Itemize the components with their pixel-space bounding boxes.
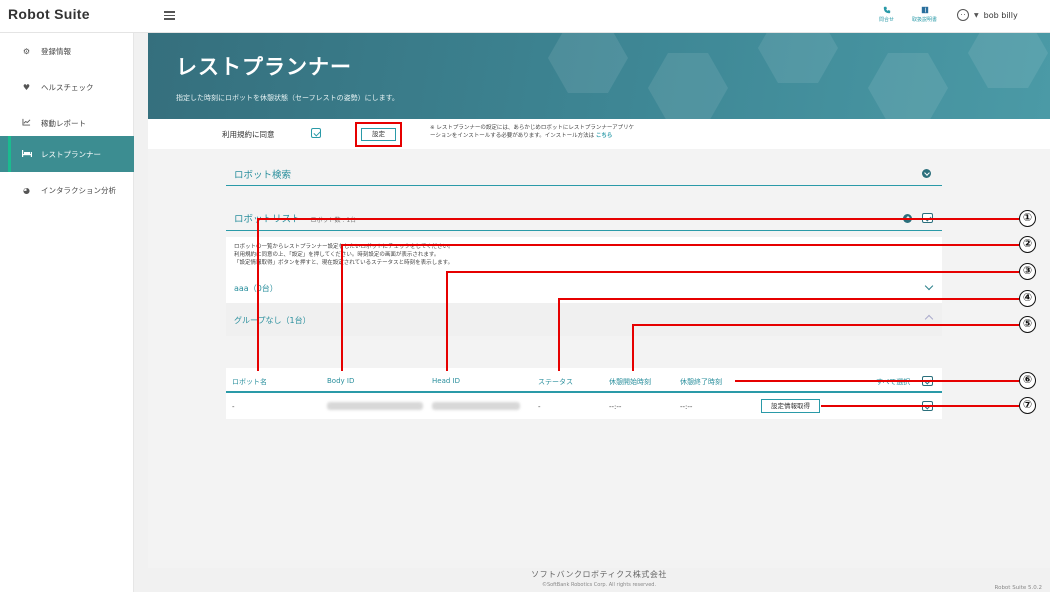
pie-chart-icon: ◕ — [23, 185, 30, 195]
description-line-2: 利用規約に同意の上、「設定」を押してください。時刻設定の画面が表示されます。 — [234, 252, 440, 258]
select-all-label: すべて選択 — [876, 378, 911, 386]
callout-line-1 — [257, 218, 1019, 220]
sidebar-item-registration[interactable]: ⚙ 登録情報 — [0, 33, 134, 69]
column-header-robot-name: ロボット名 — [232, 378, 267, 386]
page-subtitle: 指定した時刻にロボットを休憩状態（セーフレストの姿勢）にします。 — [176, 94, 399, 102]
chevron-down-icon: ▼ — [974, 11, 979, 19]
callout-line-3 — [446, 271, 1019, 273]
agreement-bar: 利用規約に同意 設定 ※ レストプランナーの設定には、あらかじめロボットにレスト… — [148, 119, 1050, 149]
contact-label: 問合せ — [879, 17, 895, 23]
heart-pulse-icon: ♥ — [22, 82, 31, 92]
bed-icon — [22, 149, 32, 159]
install-notice: ※ レストプランナーの設定には、あらかじめロボットにレストプランナーアプリケ ー… — [430, 124, 720, 140]
description-line-3: 「設定情報取得」ボタンを押すと、現在設定されているステータスと時刻を表示します。 — [234, 260, 454, 266]
gears-icon: ⚙ — [22, 46, 31, 56]
content-panel — [148, 119, 1050, 568]
callout-number-4: ④ — [1019, 290, 1036, 307]
callout-line-6 — [735, 380, 1019, 382]
description-text: ロボットの一覧からレストプランナー設定をしたいロボットにチェックをしてください。… — [234, 243, 454, 267]
expand-circle-icon[interactable] — [922, 169, 931, 178]
sidebar-item-interaction-analysis[interactable]: ◕ インタラクション分析 — [0, 172, 134, 208]
install-guide-link[interactable]: こちら — [596, 133, 613, 139]
callout-line-5-drop — [632, 324, 634, 371]
brand-logo[interactable]: Robot Suite — [8, 6, 90, 22]
callout-line-4-drop — [558, 298, 560, 371]
callout-number-7: ⑦ — [1019, 397, 1036, 414]
footer-copyright: ©SoftBank Robotics Corp. All rights rese… — [541, 582, 657, 588]
sidebar-item-label: レストプランナー — [41, 149, 101, 159]
callout-line-2-drop — [341, 244, 343, 371]
robot-list-title-text: ロボットリスト — [234, 214, 301, 225]
callout-number-5: ⑤ — [1019, 316, 1036, 333]
notice-line-1: ※ レストプランナーの設定には、あらかじめロボットにレストプランナーアプリケ — [430, 125, 635, 131]
terms-agree-label: 利用規約に同意 — [222, 130, 275, 139]
line-chart-icon — [22, 118, 31, 128]
group-label: グループなし（1台） — [234, 316, 311, 325]
sidebar-item-health-check[interactable]: ♥ ヘルスチェック — [0, 69, 134, 105]
robot-search-title: ロボット検索 — [234, 170, 292, 181]
menu-toggle-icon[interactable] — [164, 11, 175, 20]
settings-button-highlight: 設定 — [355, 122, 402, 147]
callout-number-3: ③ — [1019, 263, 1036, 280]
page-header-banner: レストプランナー 指定した時刻にロボットを休憩状態（セーフレストの姿勢）にします… — [148, 33, 1050, 119]
sidebar: ⚙ 登録情報 ♥ ヘルスチェック 稼動レポート レストプランナー ◕ インタラク… — [0, 33, 134, 592]
cell-status: - — [538, 403, 541, 411]
cell-rest-end: --:-- — [680, 403, 693, 411]
callout-line-5 — [632, 324, 1019, 326]
callout-line-4 — [558, 298, 1019, 300]
sidebar-item-label: 登録情報 — [41, 46, 71, 56]
manual-link[interactable]: 取扱説明書 — [912, 6, 937, 23]
sidebar-item-label: ヘルスチェック — [41, 82, 94, 92]
hexagon-pattern — [548, 33, 1048, 119]
sidebar-item-rest-planner[interactable]: レストプランナー — [0, 136, 134, 172]
footer-company: ソフトバンクロボティクス株式会社 — [531, 570, 667, 579]
callout-number-6: ⑥ — [1019, 372, 1036, 389]
group-row-no-group[interactable]: グループなし（1台） — [226, 303, 942, 336]
callout-number-1: ① — [1019, 210, 1036, 227]
robot-search-section[interactable]: ロボット検索 — [226, 160, 942, 186]
group-label: aaa（0台） — [234, 284, 278, 293]
user-menu[interactable]: ▼ bob billy — [957, 9, 1018, 21]
callout-line-1-drop — [257, 218, 259, 371]
column-header-body-id: Body ID — [327, 377, 355, 385]
version-label: Robot Suite 5.0.2 — [994, 585, 1043, 591]
book-icon — [921, 6, 928, 14]
sidebar-item-label: インタラクション分析 — [41, 185, 116, 195]
column-header-rest-end: 休憩終了時刻 — [680, 378, 722, 386]
terms-agree-checkbox[interactable] — [311, 128, 321, 138]
callout-line-2 — [341, 244, 1019, 246]
callout-line-7 — [821, 405, 1019, 407]
notice-line-2: ーションをインストールする必要があります。インストール方法は — [430, 133, 595, 139]
user-name: bob billy — [983, 10, 1018, 20]
cell-head-id-redacted — [432, 402, 520, 410]
phone-icon — [883, 6, 890, 14]
avatar-icon — [957, 9, 969, 21]
manual-label: 取扱説明書 — [912, 17, 938, 23]
cell-rest-start: --:-- — [609, 403, 622, 411]
callout-number-2: ② — [1019, 236, 1036, 253]
sidebar-item-label: 稼動レポート — [41, 118, 86, 128]
column-header-status: ステータス — [538, 378, 573, 386]
column-header-head-id: Head ID — [432, 377, 460, 385]
page-title: レストプランナー — [176, 55, 352, 79]
chevron-down-icon[interactable] — [924, 281, 934, 291]
top-bar: Robot Suite 問合せ 取扱説明書 ▼ bob billy — [0, 0, 1050, 33]
contact-link[interactable]: 問合せ — [879, 6, 894, 23]
cell-robot-name: - — [232, 403, 235, 411]
column-header-rest-start: 休憩開始時刻 — [609, 378, 651, 386]
chevron-up-icon[interactable] — [924, 314, 934, 324]
footer: ソフトバンクロボティクス株式会社 ©SoftBank Robotics Corp… — [148, 569, 1050, 588]
callout-line-3-drop — [446, 271, 448, 371]
cell-body-id-redacted — [327, 402, 423, 410]
settings-button[interactable]: 設定 — [361, 128, 396, 141]
fetch-settings-button[interactable]: 設定情報取得 — [761, 399, 820, 413]
